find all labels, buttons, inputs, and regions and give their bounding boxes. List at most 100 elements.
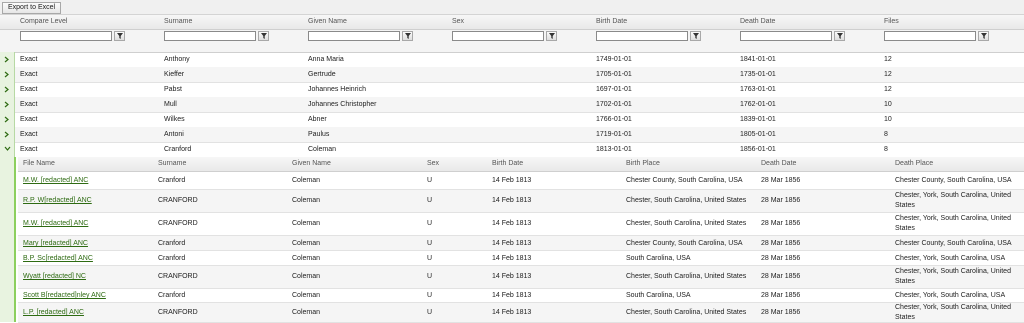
detail-row[interactable]: Mary [redacted] ANC Cranford Coleman U 1…: [18, 236, 1024, 251]
filter-icon: [981, 33, 987, 39]
detail-row[interactable]: Wyatt [redacted] NC CRANFORD Coleman U 1…: [18, 266, 1024, 289]
table-row[interactable]: Exact Wilkes Abner 1766-01-01 1839-01-01…: [0, 112, 1024, 128]
surname-cell: CRANFORD: [158, 220, 198, 227]
given-name-filter-input[interactable]: [308, 31, 400, 41]
detail-header-sex[interactable]: Sex: [427, 160, 439, 167]
detail-header-surname[interactable]: Surname: [158, 160, 186, 167]
expand-row-button[interactable]: [0, 82, 15, 97]
table-row[interactable]: Exact Anthony Anna Maria 1749-01-01 1841…: [0, 52, 1024, 68]
export-to-excel-button[interactable]: Export to Excel: [2, 2, 62, 14]
detail-header-birth-place[interactable]: Birth Place: [626, 160, 660, 167]
expand-row-button[interactable]: [0, 67, 15, 82]
column-header-surname[interactable]: Surname: [164, 18, 192, 25]
expand-row-button[interactable]: [0, 127, 15, 142]
detail-header-birth-date[interactable]: Birth Date: [492, 160, 523, 167]
death-date-cell: 28 Mar 1856: [761, 255, 801, 262]
birth-date-cell: 1705-01-01: [596, 71, 632, 78]
death-date-cell: 28 Mar 1856: [761, 197, 801, 204]
collapse-row-button[interactable]: [0, 142, 15, 157]
surname-cell: Cranford: [158, 177, 186, 184]
death-date-cell: 1839-01-01: [740, 116, 776, 123]
column-header-files[interactable]: Files: [884, 18, 899, 25]
column-header-sex[interactable]: Sex: [452, 18, 464, 25]
surname-filter-input[interactable]: [164, 31, 256, 41]
detail-grid: File Name Surname Given Name Sex Birth D…: [14, 157, 1024, 323]
death-place-cell: Chester County, South Carolina, USA: [895, 240, 1012, 247]
death-place-cell: Chester County, South Carolina, USA: [895, 177, 1012, 184]
files-cell: 12: [884, 71, 892, 78]
file-name-link[interactable]: B.P. Sc[redacted] ANC: [23, 255, 93, 262]
death-date-filter-button[interactable]: [834, 31, 845, 41]
death-date-filter-input[interactable]: [740, 31, 832, 41]
column-header-death-date[interactable]: Death Date: [740, 18, 775, 25]
files-filter-button[interactable]: [978, 31, 989, 41]
sex-filter-button[interactable]: [546, 31, 557, 41]
surname-cell: CRANFORD: [158, 309, 198, 316]
sex-cell: U: [427, 240, 433, 247]
given-name-cell: Johannes Heinrich: [308, 86, 366, 93]
detail-header-given-name[interactable]: Given Name: [292, 160, 331, 167]
expand-row-button[interactable]: [0, 52, 15, 67]
files-filter-input[interactable]: [884, 31, 976, 41]
detail-row[interactable]: Scott B[redacted]nley ANC Cranford Colem…: [18, 289, 1024, 303]
birth-place-cell: Chester, South Carolina, United States: [626, 309, 747, 316]
detail-row[interactable]: M.W. [redacted] ANC CRANFORD Coleman U 1…: [18, 213, 1024, 236]
detail-row[interactable]: R.P. W[redacted] ANC CRANFORD Coleman U …: [18, 190, 1024, 213]
column-header-compare-level[interactable]: Compare Level: [20, 18, 67, 25]
death-place-cell: Chester, York, South Carolina, United St…: [895, 192, 1011, 209]
birth-date-filter-button[interactable]: [690, 31, 701, 41]
sex-cell: U: [427, 309, 433, 316]
death-date-cell: 28 Mar 1856: [761, 177, 801, 184]
file-name-link[interactable]: L.P. [redacted] ANC: [23, 309, 84, 316]
sex-cell: U: [427, 273, 433, 280]
death-date-cell: 1856-01-01: [740, 146, 776, 153]
expand-row-button[interactable]: [0, 97, 15, 112]
detail-header-file-name[interactable]: File Name: [23, 160, 55, 167]
file-name-link[interactable]: Scott B[redacted]nley ANC: [23, 292, 106, 299]
detail-row[interactable]: L.P. [redacted] ANC CRANFORD Coleman U 1…: [18, 303, 1024, 323]
file-name-link[interactable]: R.P. W[redacted] ANC: [23, 197, 92, 204]
birth-date-filter-input[interactable]: [596, 31, 688, 41]
expand-row-button[interactable]: [0, 112, 15, 127]
given-name-cell: Coleman: [292, 220, 321, 227]
file-name-link[interactable]: M.W. [redacted] ANC: [23, 220, 88, 227]
detail-header-death-place[interactable]: Death Place: [895, 160, 933, 167]
file-name-link[interactable]: M.W. [redacted] ANC: [23, 177, 88, 184]
column-header-given-name[interactable]: Given Name: [308, 18, 347, 25]
surname-cell: Anthony: [164, 56, 190, 63]
birth-date-cell: 14 Feb 1813: [492, 177, 532, 184]
files-cell: 10: [884, 116, 892, 123]
given-name-cell: Coleman: [292, 292, 321, 299]
table-row[interactable]: Exact Antoni Paulus 1719-01-01 1805-01-0…: [0, 127, 1024, 143]
death-date-cell: 1762-01-01: [740, 101, 776, 108]
given-name-filter-button[interactable]: [402, 31, 413, 41]
column-header-row: Compare Level Surname Given Name Sex Bir…: [0, 15, 1024, 30]
file-name-link[interactable]: Wyatt [redacted] NC: [23, 273, 86, 280]
birth-date-cell: 14 Feb 1813: [492, 220, 532, 227]
compare-level-cell: Exact: [20, 116, 38, 123]
compare-level-cell: Exact: [20, 131, 38, 138]
table-row-expanded[interactable]: Exact Cranford Coleman 1813-01-01 1856-0…: [0, 142, 1024, 158]
sex-filter-input[interactable]: [452, 31, 544, 41]
table-row[interactable]: Exact Kieffer Gertrude 1705-01-01 1735-0…: [0, 67, 1024, 83]
death-date-cell: 28 Mar 1856: [761, 292, 801, 299]
file-name-link[interactable]: Mary [redacted] ANC: [23, 240, 88, 247]
column-header-birth-date[interactable]: Birth Date: [596, 18, 627, 25]
compare-level-cell: Exact: [20, 146, 38, 153]
birth-date-cell: 14 Feb 1813: [492, 197, 532, 204]
chevron-down-icon: [4, 146, 11, 151]
table-row[interactable]: Exact Pabst Johannes Heinrich 1697-01-01…: [0, 82, 1024, 98]
death-date-cell: 28 Mar 1856: [761, 240, 801, 247]
files-cell: 8: [884, 146, 888, 153]
detail-row[interactable]: M.W. [redacted] ANC Cranford Coleman U 1…: [18, 172, 1024, 190]
compare-level-filter-button[interactable]: [114, 31, 125, 41]
surname-cell: Cranford: [158, 292, 186, 299]
birth-date-cell: 1766-01-01: [596, 116, 632, 123]
table-row[interactable]: Exact Mull Johannes Christopher 1702-01-…: [0, 97, 1024, 113]
detail-header-death-date[interactable]: Death Date: [761, 160, 796, 167]
surname-filter-button[interactable]: [258, 31, 269, 41]
compare-level-filter-input[interactable]: [20, 31, 112, 41]
detail-row[interactable]: B.P. Sc[redacted] ANC Cranford Coleman U…: [18, 251, 1024, 266]
birth-date-cell: 1702-01-01: [596, 101, 632, 108]
compare-level-cell: Exact: [20, 86, 38, 93]
